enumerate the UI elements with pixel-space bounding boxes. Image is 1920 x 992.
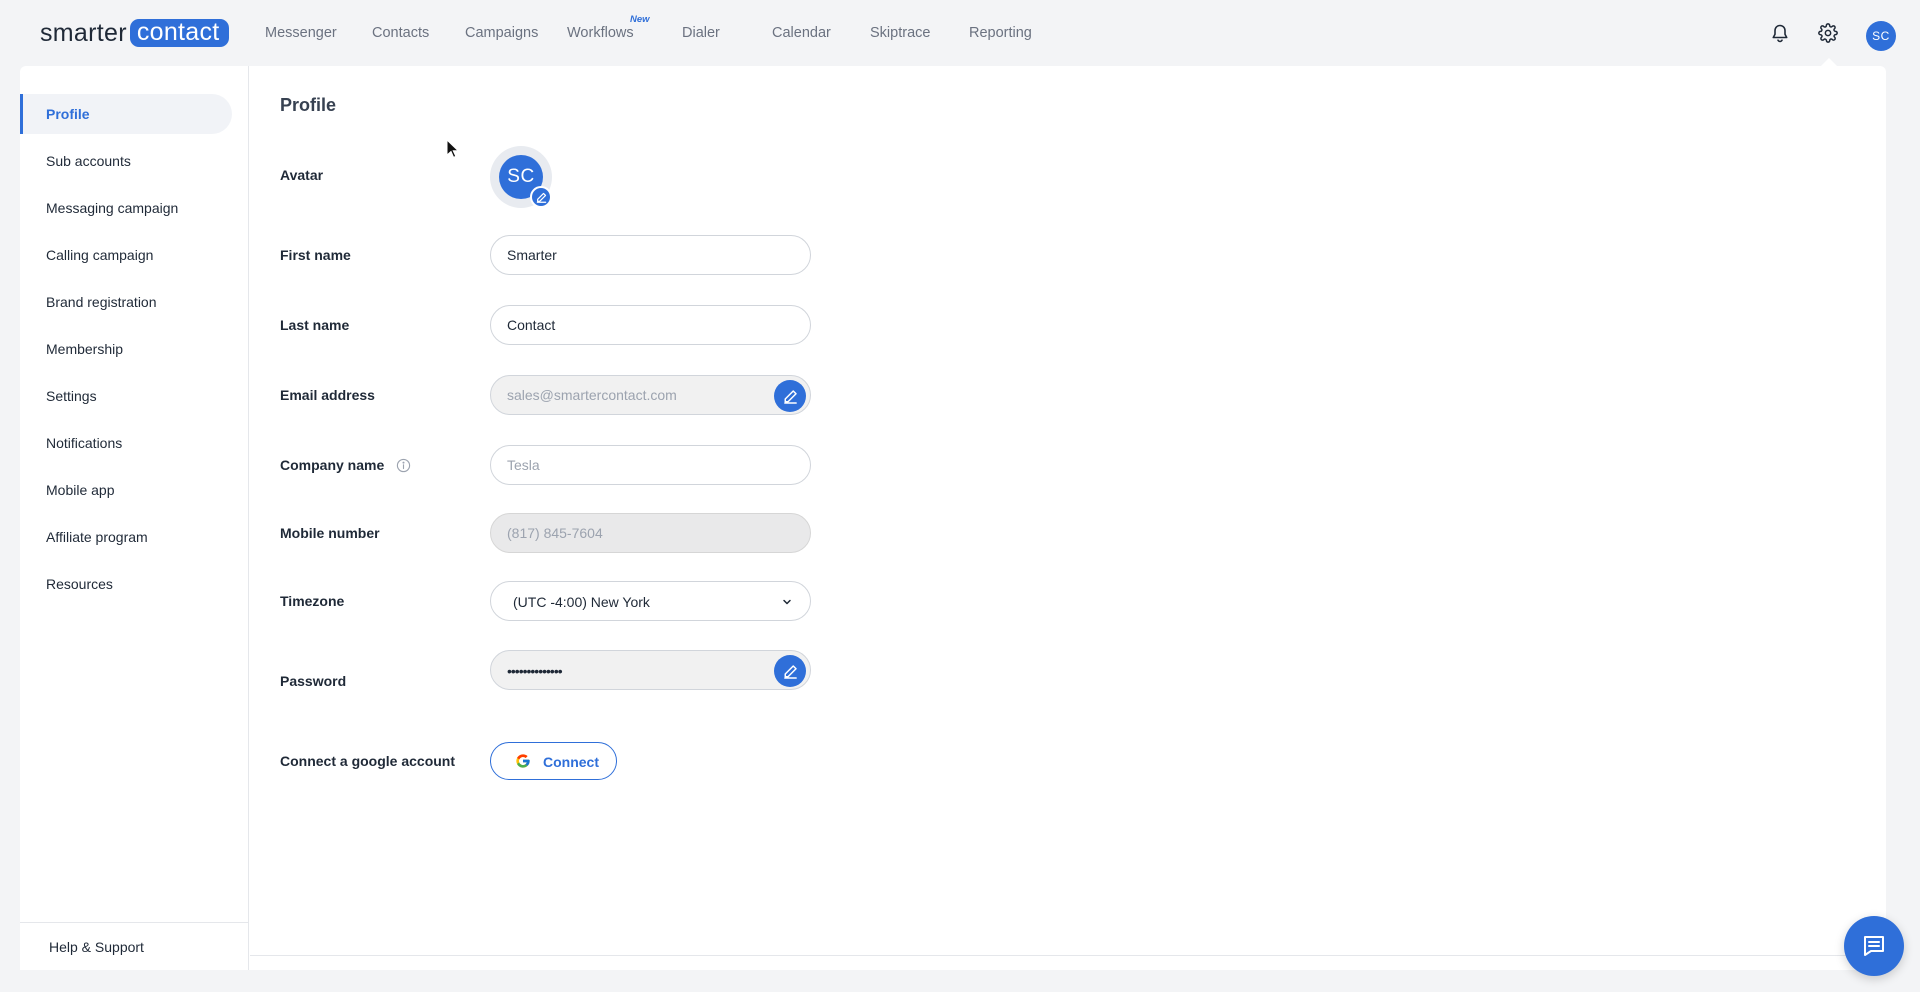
company-name-label-text: Company name bbox=[280, 457, 385, 473]
nav-reporting[interactable]: Reporting bbox=[969, 25, 1032, 41]
avatar-label: Avatar bbox=[280, 167, 324, 183]
sidebar-item-settings[interactable]: Settings bbox=[20, 376, 232, 416]
chat-bubble-icon bbox=[1864, 936, 1884, 956]
chevron-down-icon bbox=[783, 599, 791, 605]
sidebar-item-brand-registration[interactable]: Brand registration bbox=[20, 282, 232, 322]
sidebar-item-calling-campaign[interactable]: Calling campaign bbox=[20, 235, 232, 275]
last-name-label: Last name bbox=[280, 317, 350, 333]
sidebar-item-resources[interactable]: Resources bbox=[20, 564, 232, 604]
page-title: Profile bbox=[280, 95, 337, 115]
mobile-number-field bbox=[490, 513, 811, 553]
smarter-contact-logo[interactable]: smarter contact bbox=[40, 19, 229, 47]
company-name-label: Company name bbox=[280, 457, 411, 473]
workflows-new-badge: New bbox=[630, 14, 650, 25]
nav-campaigns[interactable]: Campaigns bbox=[465, 25, 538, 41]
help-support-link[interactable]: Help & Support bbox=[49, 939, 144, 955]
timezone-value: (UTC -4:00) New York bbox=[513, 594, 650, 610]
settings-card: Profile Sub accounts Messaging campaign … bbox=[20, 66, 1886, 970]
top-navigation-bar: smarter contact Messenger Contacts Campa… bbox=[0, 0, 1920, 67]
nav-calendar[interactable]: Calendar bbox=[772, 25, 831, 41]
google-account-label: Connect a google account bbox=[280, 753, 456, 769]
last-name-field bbox=[490, 305, 811, 345]
profile-panel: Profile Avatar SC First name Last name E… bbox=[250, 66, 1886, 970]
last-name-input[interactable] bbox=[491, 306, 810, 344]
pencil-icon bbox=[783, 664, 797, 679]
sidebar-item-sub-accounts[interactable]: Sub accounts bbox=[20, 141, 232, 181]
logo-text-left: smarter bbox=[40, 19, 127, 47]
settings-sidebar: Profile Sub accounts Messaging campaign … bbox=[20, 66, 249, 970]
info-icon[interactable] bbox=[396, 458, 411, 473]
bell-icon[interactable] bbox=[1767, 20, 1793, 46]
gear-icon[interactable] bbox=[1815, 20, 1841, 46]
connect-button-label: Connect bbox=[543, 754, 599, 770]
password-field: •••••••••••••• bbox=[490, 650, 811, 690]
email-label: Email address bbox=[280, 387, 375, 403]
company-name-input[interactable] bbox=[491, 446, 810, 484]
mouse-cursor-icon bbox=[446, 139, 460, 158]
profile-avatar[interactable]: SC bbox=[490, 146, 552, 208]
user-avatar[interactable]: SC bbox=[1866, 21, 1896, 51]
pencil-icon bbox=[783, 389, 797, 404]
google-icon bbox=[516, 754, 530, 768]
sidebar-item-membership[interactable]: Membership bbox=[20, 329, 232, 369]
timezone-select[interactable]: (UTC -4:00) New York bbox=[490, 581, 811, 621]
nav-workflows[interactable]: Workflows bbox=[567, 25, 634, 41]
password-value: •••••••••••••• bbox=[507, 663, 563, 679]
email-input bbox=[491, 376, 810, 414]
password-label: Password bbox=[280, 673, 347, 689]
avatar-edit-button[interactable] bbox=[530, 186, 552, 208]
nav-skiptrace[interactable]: Skiptrace bbox=[870, 25, 930, 41]
connect-google-button[interactable]: Connect bbox=[490, 742, 617, 780]
nav-dialer[interactable]: Dialer bbox=[682, 25, 720, 41]
first-name-label: First name bbox=[280, 247, 351, 263]
sidebar-footer: Help & Support bbox=[20, 922, 249, 970]
footer-divider bbox=[250, 955, 1886, 956]
mobile-number-label: Mobile number bbox=[280, 525, 380, 541]
mobile-number-input bbox=[491, 514, 810, 552]
pencil-icon bbox=[536, 192, 546, 203]
sidebar-item-profile[interactable]: Profile bbox=[20, 94, 232, 134]
live-chat-button[interactable] bbox=[1844, 916, 1904, 976]
nav-contacts[interactable]: Contacts bbox=[372, 25, 429, 41]
company-name-field bbox=[490, 445, 811, 485]
sidebar-item-notifications[interactable]: Notifications bbox=[20, 423, 232, 463]
email-field bbox=[490, 375, 811, 415]
sidebar-item-affiliate-program[interactable]: Affiliate program bbox=[20, 517, 232, 557]
edit-email-button[interactable] bbox=[774, 380, 806, 412]
sidebar-item-messaging-campaign[interactable]: Messaging campaign bbox=[20, 188, 232, 228]
timezone-label: Timezone bbox=[280, 593, 345, 609]
first-name-field bbox=[490, 235, 811, 275]
sidebar-item-mobile-app[interactable]: Mobile app bbox=[20, 470, 232, 510]
logo-text-right: contact bbox=[129, 19, 229, 47]
nav-messenger[interactable]: Messenger bbox=[265, 25, 337, 41]
first-name-input[interactable] bbox=[491, 236, 810, 274]
edit-password-button[interactable] bbox=[774, 655, 806, 687]
